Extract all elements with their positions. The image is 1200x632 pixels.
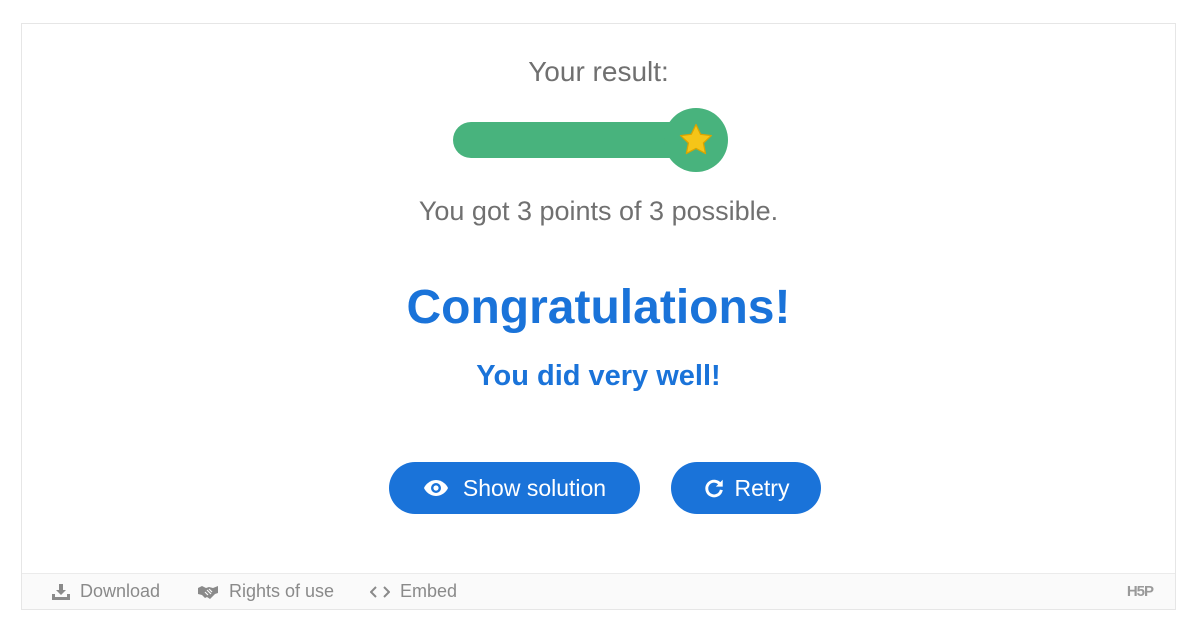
h5p-logo[interactable]: H5P xyxy=(1127,583,1154,600)
download-icon xyxy=(52,583,70,600)
feedback-heading: Congratulations! xyxy=(406,281,791,334)
download-label: Download xyxy=(80,581,161,601)
download-link[interactable]: Download xyxy=(52,574,160,609)
result-screen: Your result: You got 3 points of 3 possi… xyxy=(22,24,1175,575)
rights-of-use-link[interactable]: Rights of use xyxy=(197,574,334,609)
code-icon xyxy=(370,585,390,599)
retry-label: Retry xyxy=(734,474,790,501)
retry-button[interactable]: Retry xyxy=(671,462,821,514)
retry-icon xyxy=(703,477,725,499)
show-solution-label: Show solution xyxy=(462,474,607,501)
star-badge xyxy=(664,108,728,172)
handshake-icon xyxy=(197,584,219,600)
result-label: Your result: xyxy=(528,56,669,87)
embed-label: Embed xyxy=(400,581,458,601)
footer-bar: Download Rights of use Embed H5P xyxy=(22,573,1175,609)
h5p-content-frame: Your result: You got 3 points of 3 possi… xyxy=(21,23,1176,610)
feedback-message: You did very well! xyxy=(476,360,721,392)
rights-label: Rights of use xyxy=(229,581,335,601)
star-icon xyxy=(679,123,712,155)
embed-link[interactable]: Embed xyxy=(370,574,457,609)
show-solution-button[interactable]: Show solution xyxy=(389,462,640,514)
eye-icon xyxy=(423,479,449,497)
points-text: You got 3 points of 3 possible. xyxy=(418,196,779,226)
